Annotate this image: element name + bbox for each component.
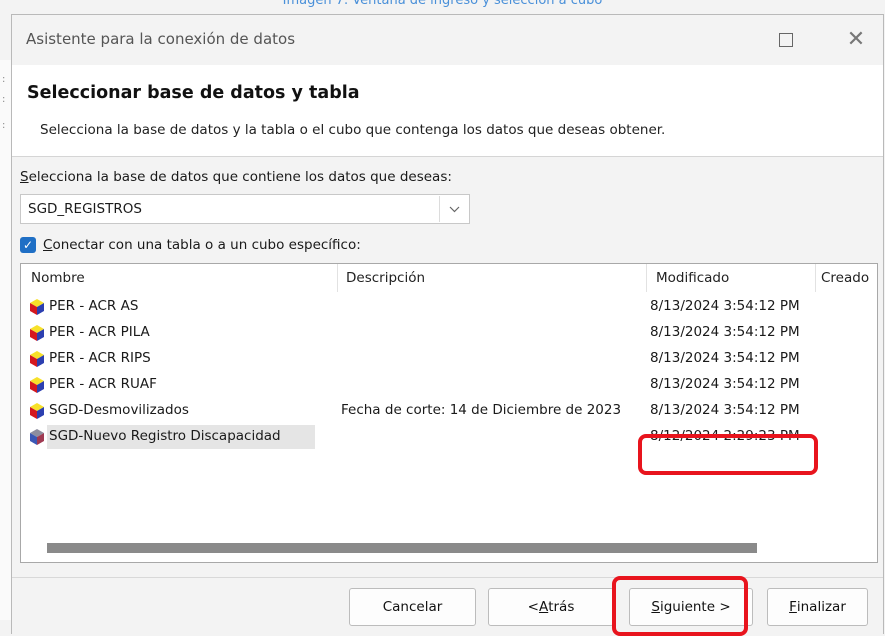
edge-mark: : — [2, 74, 6, 85]
cube-icon — [29, 376, 45, 394]
database-label: Selecciona la base de datos que contiene… — [20, 169, 452, 185]
table-row[interactable]: PER - ACR RUAF 8/13/2024 3:54:12 PM — [21, 372, 877, 398]
table-row[interactable]: PER - ACR PILA 8/13/2024 3:54:12 PM — [21, 320, 877, 346]
edge-mark: : — [2, 94, 6, 105]
data-connection-wizard-dialog: Asistente para la conexión de datos ✕ Se… — [11, 14, 884, 636]
table-row[interactable]: SGD-Desmovilizados Fecha de corte: 14 de … — [21, 398, 877, 424]
close-icon: ✕ — [846, 27, 866, 52]
title-bar: Asistente para la conexión de datos ✕ — [12, 15, 883, 65]
connect-table-option[interactable]: ✓ Conectar con una tabla o a un cubo esp… — [20, 235, 361, 255]
database-select-value: SGD_REGISTROS — [28, 201, 142, 217]
row-modified: 8/13/2024 3:54:12 PM — [650, 324, 800, 340]
back-button[interactable]: < Atrás — [488, 588, 614, 626]
connect-table-checkbox[interactable]: ✓ — [20, 237, 36, 253]
column-header-modified[interactable]: Modificado — [656, 270, 729, 286]
background-edge: : : : — [0, 60, 11, 620]
table-row[interactable]: PER - ACR AS 8/13/2024 3:54:12 PM — [21, 294, 877, 320]
cube-icon — [29, 298, 45, 316]
column-header-name[interactable]: Nombre — [31, 270, 85, 286]
page-title: Seleccionar base de datos y tabla — [27, 83, 360, 103]
row-modified: 8/13/2024 3:54:12 PM — [650, 376, 800, 392]
maximize-icon — [779, 33, 793, 47]
cube-icon — [29, 402, 45, 420]
horizontal-scrollbar[interactable] — [47, 543, 757, 553]
chevron-down-icon[interactable] — [439, 196, 468, 222]
cancel-button[interactable]: Cancelar — [349, 588, 476, 626]
page-description: Selecciona la base de datos y la tabla o… — [40, 122, 666, 138]
table-row[interactable]: PER - ACR RIPS 8/13/2024 3:54:12 PM — [21, 346, 877, 372]
column-divider[interactable] — [646, 264, 647, 292]
highlight-next-button — [612, 576, 748, 636]
row-name: PER - ACR RIPS — [49, 350, 151, 366]
table-list-header: Nombre Descripción Modificado Creado — [21, 264, 877, 292]
cube-icon — [29, 428, 45, 446]
row-name: PER - ACR RUAF — [49, 376, 157, 392]
column-divider[interactable] — [337, 264, 338, 292]
window-title: Asistente para la conexión de datos — [26, 30, 296, 48]
highlight-modified-date — [638, 434, 818, 475]
figure-caption: Imagen 7. Ventana de ingreso y selección… — [282, 0, 603, 8]
row-name: SGD-Desmovilizados — [49, 402, 189, 418]
cube-icon — [29, 324, 45, 342]
row-name: SGD-Nuevo Registro Discapacidad — [49, 428, 281, 444]
database-select[interactable]: SGD_REGISTROS — [20, 194, 470, 224]
cube-icon — [29, 350, 45, 368]
row-modified: 8/13/2024 3:54:12 PM — [650, 350, 800, 366]
finish-button[interactable]: Finalizar — [767, 588, 868, 626]
column-header-created[interactable]: Creado — [821, 270, 869, 286]
maximize-button[interactable] — [763, 23, 809, 57]
close-button[interactable]: ✕ — [833, 23, 879, 57]
edge-mark: : — [2, 120, 6, 131]
table-list[interactable]: Nombre Descripción Modificado Creado PER… — [20, 263, 878, 563]
wizard-footer: Cancelar < Atrás Siguiente > Finalizar — [12, 576, 883, 636]
row-modified: 8/13/2024 3:54:12 PM — [650, 298, 800, 314]
connect-table-label: Conectar con una tabla o a un cubo espec… — [43, 237, 361, 253]
wizard-content: Selecciona la base de datos que contiene… — [12, 157, 883, 577]
column-divider[interactable] — [815, 264, 816, 292]
row-name: PER - ACR AS — [49, 298, 139, 314]
row-description: Fecha de corte: 14 de Diciembre de 2023 — [341, 402, 622, 418]
wizard-header: Seleccionar base de datos y tabla Selecc… — [12, 65, 883, 157]
row-modified: 8/13/2024 3:54:12 PM — [650, 402, 800, 418]
row-name: PER - ACR PILA — [49, 324, 150, 340]
column-header-description[interactable]: Descripción — [346, 270, 425, 286]
